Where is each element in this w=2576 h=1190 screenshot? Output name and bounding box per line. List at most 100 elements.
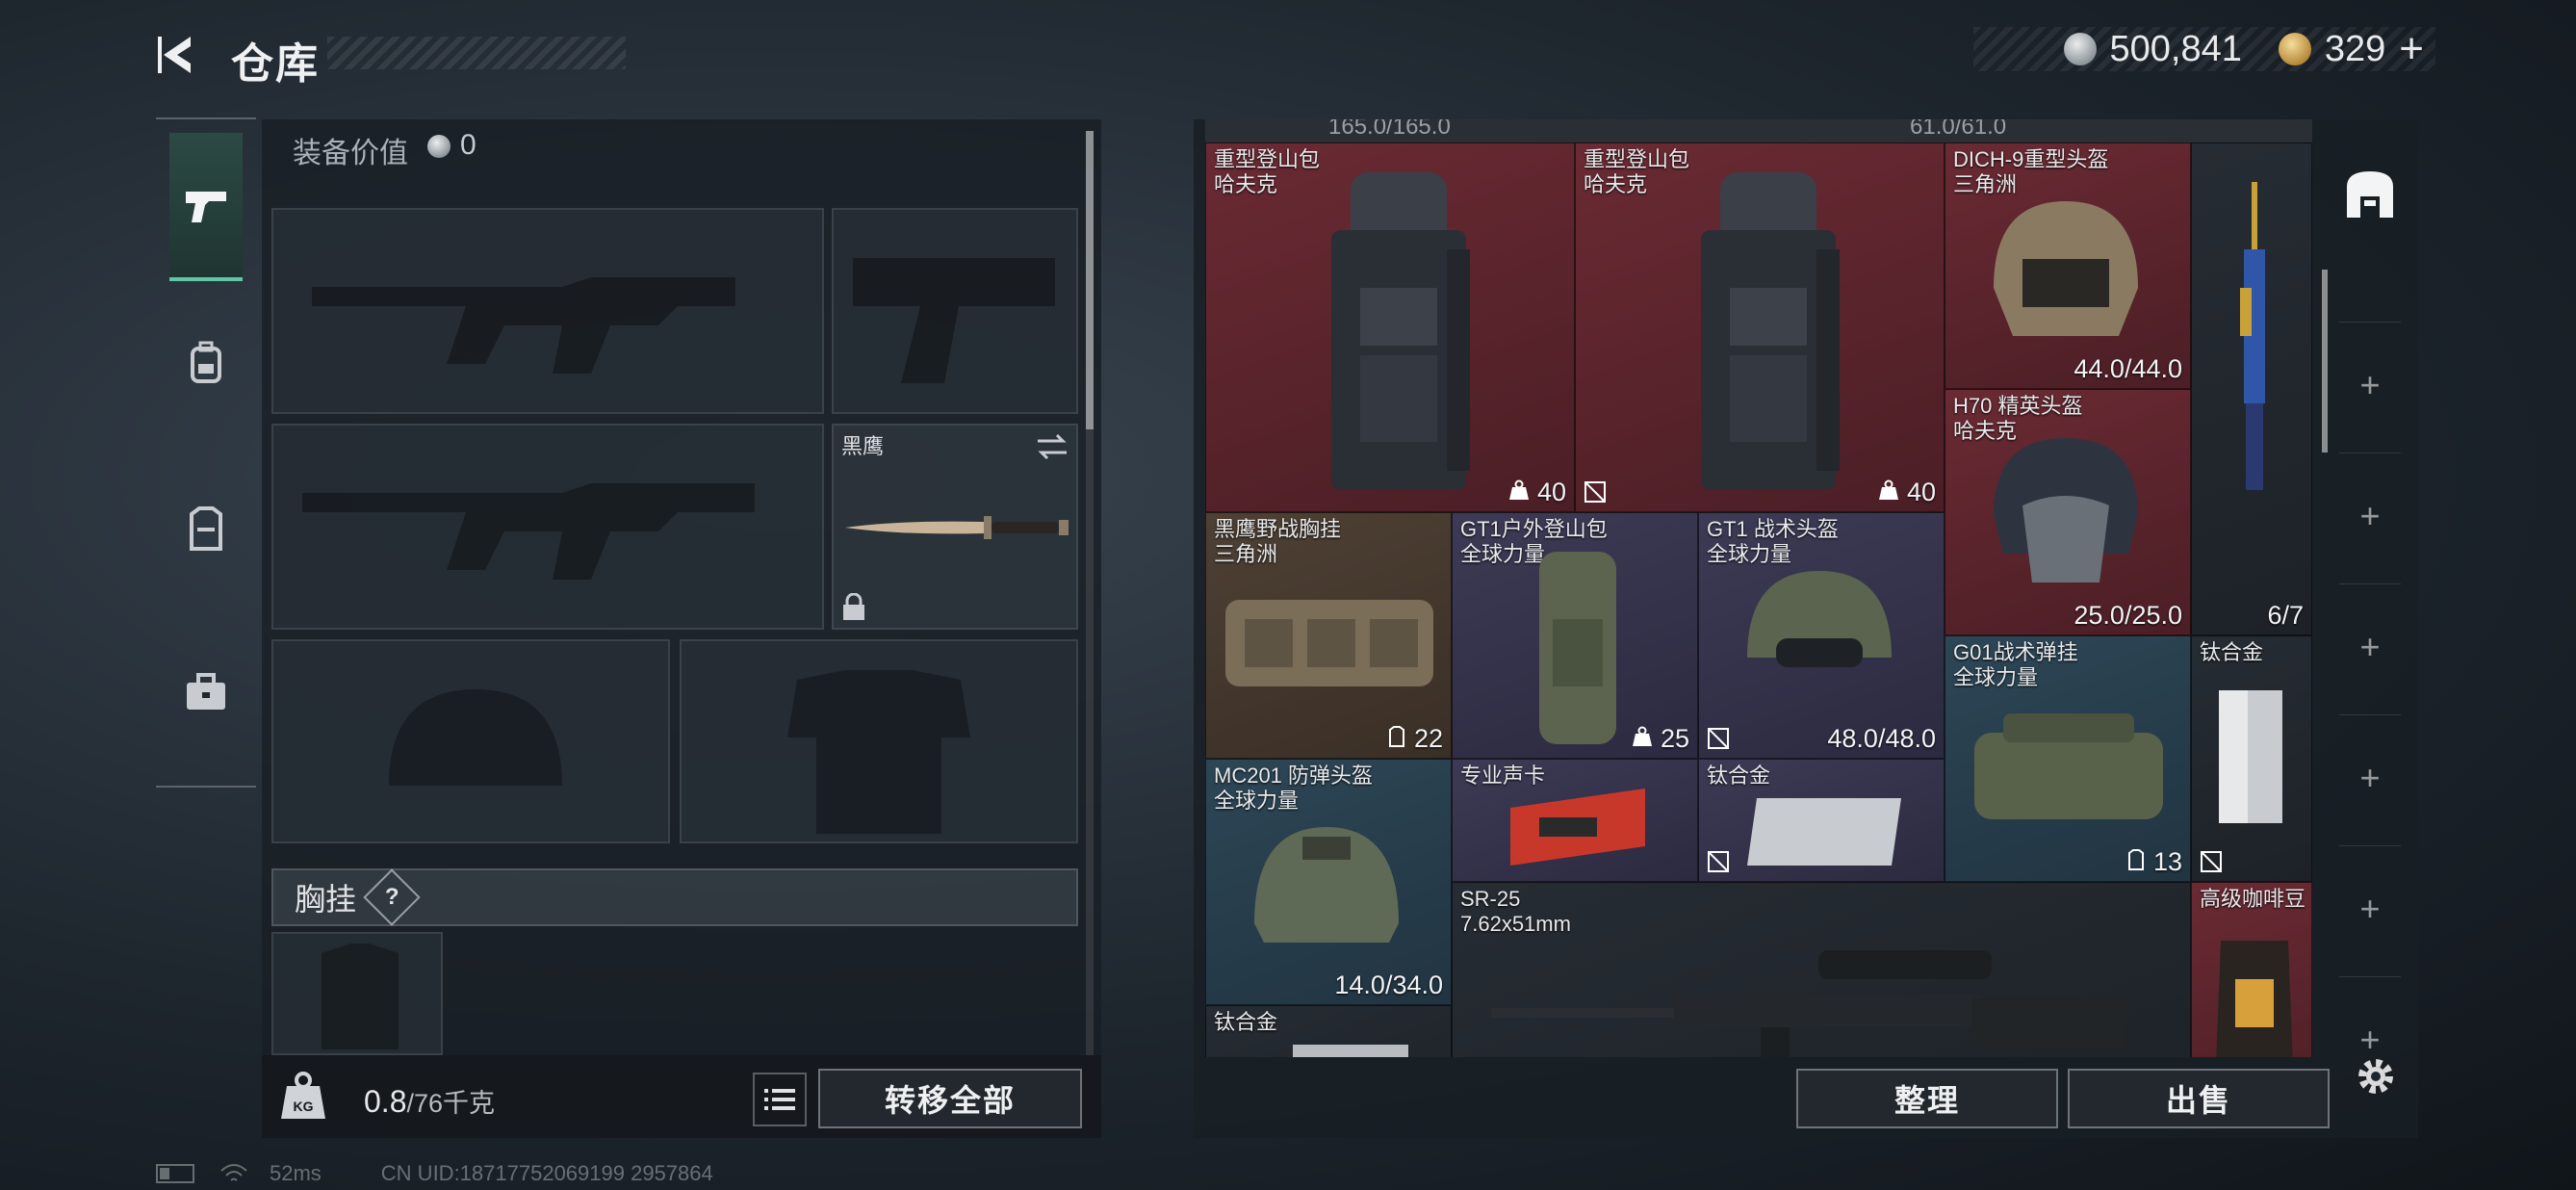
item-titanium-3[interactable]: 钛合金 — [1205, 1005, 1452, 1057]
item-gt1-backpack[interactable]: GT1户外登山包 全球力量 25 — [1452, 512, 1698, 759]
helmet-slot[interactable] — [271, 639, 670, 843]
chest-rig-header: 胸挂 ? — [271, 868, 1078, 926]
top-strip-durability-1: 165.0/165.0 — [1328, 119, 1451, 140]
item-mc201-helmet[interactable]: MC201 防弹头盔 全球力量 14.0/34.0 — [1205, 759, 1452, 1005]
top-strip-durability-2: 61.0/61.0 — [1910, 119, 2007, 140]
add-currency-button[interactable]: + — [2399, 25, 2424, 73]
settings-gear-icon[interactable] — [2353, 1053, 2399, 1099]
armor-slot[interactable] — [680, 639, 1078, 843]
storage-scrollbar[interactable] — [2322, 270, 2328, 453]
transfer-all-button[interactable]: 转移全部 — [818, 1069, 1082, 1128]
weight-icon — [1879, 479, 1899, 500]
pistol-slot[interactable] — [832, 208, 1078, 414]
weight-icon — [1633, 726, 1653, 746]
titanium-image — [2219, 690, 2282, 823]
gold-balance: 329 — [2324, 28, 2386, 69]
currency-bar: 500,841 329 + — [1973, 25, 2435, 73]
melee-slot[interactable]: 黑鹰 — [832, 424, 1078, 630]
sell-button[interactable]: 出售 — [2068, 1069, 2330, 1128]
vest-small-icon — [2128, 849, 2145, 870]
pistol-icon — [186, 192, 226, 222]
back-button[interactable] — [154, 31, 202, 79]
primary-weapon-slot[interactable] — [271, 208, 824, 414]
titanium-image — [1293, 1045, 1408, 1057]
no-insure-icon — [2201, 851, 2222, 872]
chest-rig-slot[interactable] — [271, 932, 443, 1055]
titanium-image — [1747, 798, 1901, 866]
rifle-silhouette-icon — [312, 277, 735, 374]
item-h70-helmet[interactable]: H70 精英头盔 哈夫克 25.0/25.0 — [1945, 389, 2191, 635]
silver-balance: 500,841 — [2109, 28, 2242, 69]
equip-value-label: 装备价值 — [293, 138, 408, 169]
toolbox-icon — [187, 673, 225, 710]
uid-text: CN UID:18717752069199 2957864 — [380, 1161, 713, 1185]
status-bar: 52ms CN UID:18717752069199 2957864 — [156, 1161, 713, 1186]
ping-text: 52ms — [270, 1161, 322, 1185]
list-icon — [764, 1089, 795, 1110]
swap-icon[interactable] — [1036, 433, 1069, 460]
item-blackhawk-chest-rig[interactable]: 黑鹰野战胸挂 三角洲 22 — [1205, 512, 1452, 759]
equip-value: 0 — [460, 129, 477, 161]
page-title: 仓库 — [231, 40, 320, 88]
item-heavy-backpack-1[interactable]: 重型登山包 哈夫克 40 — [1205, 142, 1575, 512]
chevron-left-icon — [158, 37, 191, 73]
loadout-scroll-thumb[interactable] — [1086, 131, 1094, 429]
item-titanium-2[interactable]: 钛合金 — [1698, 759, 1945, 882]
rifle-image — [1491, 950, 2126, 1057]
add-page-button-2[interactable]: + — [2339, 453, 2401, 579]
item-heavy-backpack-2[interactable]: 重型登山包 哈夫克 40 — [1575, 142, 1945, 512]
chest-rig-label: 胸挂 — [295, 882, 357, 917]
category-tabs — [156, 117, 256, 788]
item-rifle-vertical[interactable]: 6/7 — [2191, 142, 2312, 635]
sort-button[interactable]: 整理 — [1796, 1069, 2058, 1128]
item-gt1-helmet[interactable]: GT1 战术头盔 全球力量 48.0/48.0 — [1698, 512, 1945, 759]
helmet-image — [1994, 201, 2138, 336]
armor-silhouette-icon — [787, 670, 970, 834]
add-page-button-3[interactable]: + — [2339, 583, 2401, 710]
helmet-image — [1994, 438, 2138, 582]
gold-coin-icon — [2278, 33, 2311, 65]
tab-toolbox[interactable] — [169, 620, 243, 764]
item-premium-coffee-beans[interactable]: 高级咖啡豆 — [2191, 882, 2312, 1057]
rifle-silhouette-icon — [302, 483, 755, 580]
helmet-image — [1747, 571, 1892, 667]
item-sr25-rifle[interactable]: SR-25 7.62x51mm — [1452, 882, 2191, 1057]
tab-weapons[interactable] — [169, 133, 243, 281]
no-insure-icon — [1708, 851, 1729, 872]
title-decoration — [327, 37, 626, 69]
item-titanium-1[interactable]: 钛合金 — [2191, 635, 2312, 882]
rig-image — [1974, 713, 2163, 819]
knife-name: 黑鹰 — [841, 434, 885, 458]
add-page-button-4[interactable]: + — [2339, 714, 2401, 841]
warehouse-icon[interactable] — [2343, 168, 2397, 221]
knife-icon — [845, 516, 1069, 539]
item-dich9-helmet[interactable]: DICH-9重型头盔 三角洲 44.0/44.0 — [1945, 142, 2191, 389]
backpack-icon — [191, 341, 221, 383]
backpack-image — [1539, 552, 1616, 744]
storage-pages: + + + + + + — [2322, 119, 2418, 1082]
grid-top-strip: 165.0/165.0 61.0/61.0 — [1205, 119, 2312, 142]
weight-icon: KG — [279, 1069, 327, 1123]
help-icon[interactable]: ? — [363, 868, 421, 926]
add-page-button-1[interactable]: + — [2339, 322, 2401, 448]
sound-card-image — [1510, 789, 1645, 866]
tab-vest[interactable] — [169, 456, 243, 601]
backpack-image — [1331, 172, 1470, 490]
vest-icon — [190, 506, 222, 551]
rifle-image — [2240, 182, 2265, 490]
chest-rig-image — [1225, 600, 1433, 686]
svg-text:KG: KG — [294, 1099, 314, 1114]
coffee-bag-image — [2216, 941, 2293, 1057]
storage-grid: 165.0/165.0 61.0/61.0 重型登山包 哈夫克 40 重型登山包哈… — [1205, 119, 2312, 1057]
add-page-button-5[interactable]: + — [2339, 845, 2401, 971]
vest-silhouette-icon — [322, 944, 399, 1049]
item-pro-sound-card[interactable]: 专业声卡 — [1452, 759, 1698, 882]
backpack-image — [1701, 172, 1840, 490]
secondary-weapon-slot[interactable] — [271, 424, 824, 630]
list-view-button[interactable] — [753, 1073, 807, 1126]
no-insure-icon — [1708, 728, 1729, 749]
tab-backpack[interactable] — [169, 291, 243, 435]
pistol-silhouette-icon — [853, 258, 1055, 383]
vest-small-icon — [1389, 726, 1405, 747]
item-g01-tactical-rig[interactable]: G01战术弹挂 全球力量 13 — [1945, 635, 2191, 882]
